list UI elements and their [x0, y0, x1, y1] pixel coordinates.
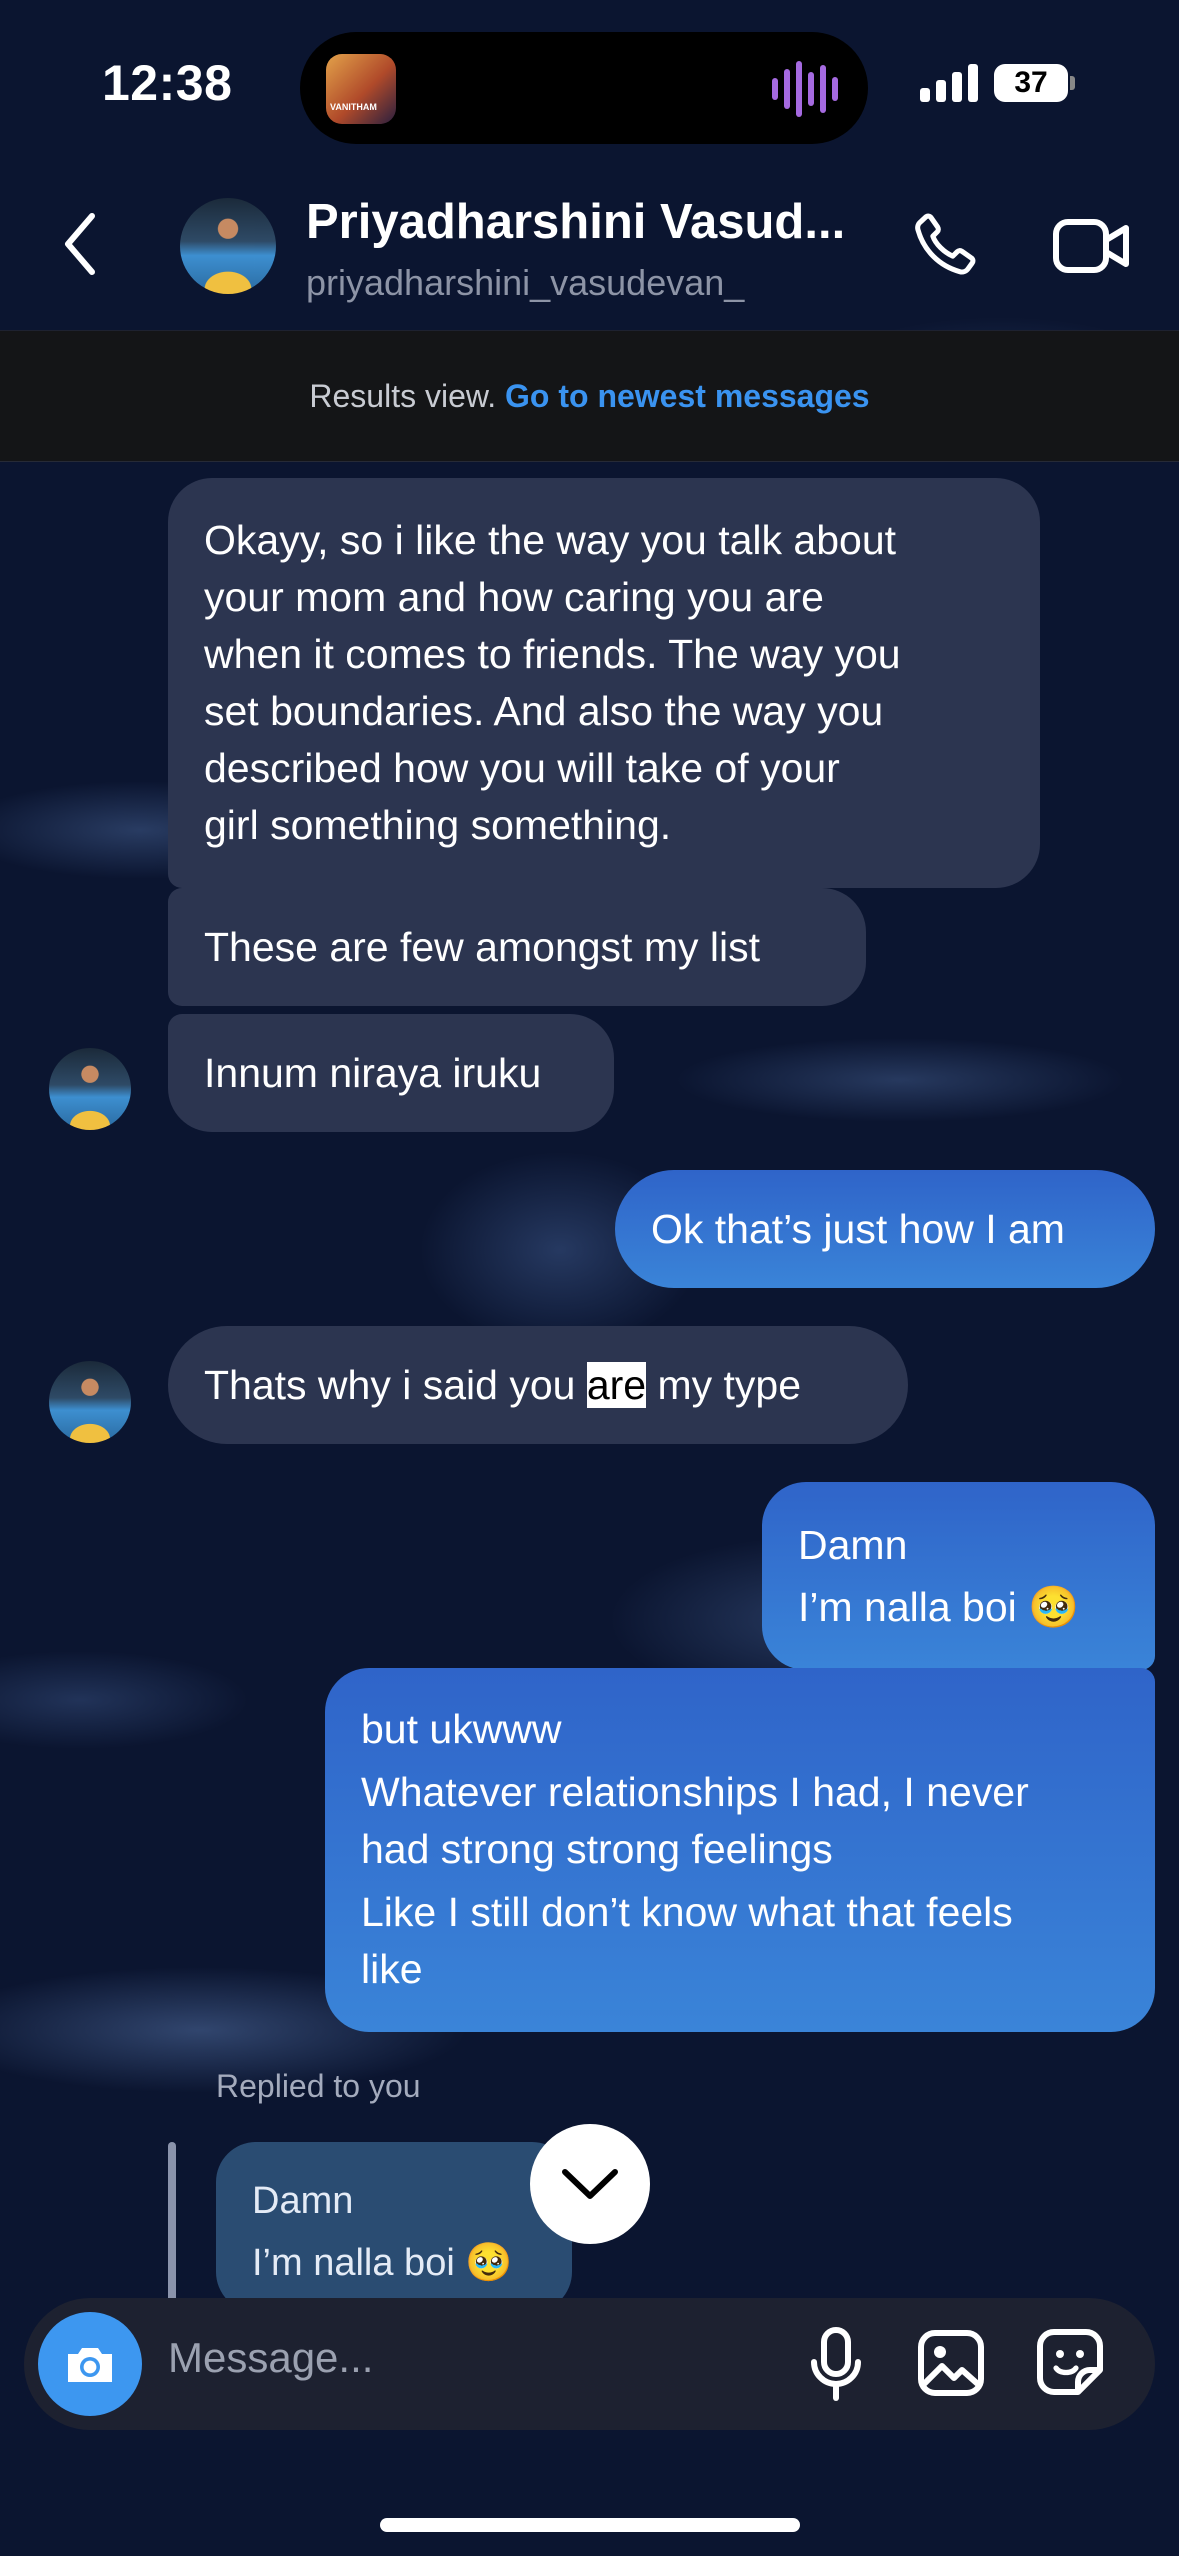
- battery-level: 37: [994, 64, 1068, 102]
- message-line: Like I still don’t know what that feels: [361, 1889, 1013, 1935]
- message-line: I’m nalla boi 🥹: [798, 1584, 1080, 1630]
- sender-avatar[interactable]: [49, 1361, 131, 1443]
- contact-avatar[interactable]: [180, 198, 276, 294]
- go-to-newest-link[interactable]: Go to newest messages: [505, 378, 870, 414]
- scroll-to-bottom-button[interactable]: [530, 2124, 650, 2244]
- camera-button[interactable]: [38, 2312, 142, 2416]
- message-bubble-incoming[interactable]: These are few amongst my list: [168, 888, 866, 1006]
- message-text: Thats why i said you: [204, 1362, 587, 1408]
- replied-label: Replied to you: [216, 2068, 421, 2104]
- back-button[interactable]: [62, 210, 98, 283]
- gallery-icon: [918, 2330, 984, 2396]
- results-banner: Results view. Go to newest messages: [0, 330, 1179, 462]
- status-time: 12:38: [102, 55, 233, 111]
- camera-icon: [68, 2348, 112, 2382]
- message-bubble-outgoing[interactable]: but ukwww Whatever relationships I had, …: [325, 1668, 1155, 2032]
- home-indicator[interactable]: [380, 2518, 800, 2532]
- message-line: but ukwww: [361, 1706, 562, 1752]
- message-bubble-outgoing[interactable]: Damn I’m nalla boi 🥹: [762, 1482, 1155, 1670]
- message-line: girl something something.: [204, 802, 672, 848]
- now-playing-artwork: VANITHAM: [326, 54, 396, 124]
- sticker-button[interactable]: [1034, 2326, 1106, 2403]
- message-line: like: [361, 1946, 423, 1992]
- message-line: Damn: [798, 1522, 908, 1568]
- video-call-button[interactable]: [1052, 214, 1132, 283]
- contact-username[interactable]: priyadharshini_vasudevan_: [306, 262, 744, 304]
- battery-icon: [1070, 76, 1075, 90]
- message-line: had strong strong feelings: [361, 1826, 833, 1872]
- message-line: described how you will take of your: [204, 745, 840, 791]
- message-text: my type: [646, 1362, 802, 1408]
- message-line: Okayy, so i like the way you talk about: [204, 517, 897, 563]
- microphone-icon: [811, 2327, 861, 2401]
- message-line: set boundaries. And also the way you: [204, 688, 884, 734]
- message-line: when it comes to friends. The way you: [204, 631, 901, 677]
- quoted-line: I’m nalla boi 🥹: [252, 2242, 513, 2284]
- video-icon: [1053, 219, 1129, 273]
- reply-quote-bar: [168, 2142, 176, 2302]
- message-bubble-outgoing[interactable]: Ok that’s just how I am: [615, 1170, 1155, 1288]
- phone-icon: [915, 213, 976, 275]
- sender-avatar[interactable]: [49, 1048, 131, 1130]
- search-highlight: are: [586, 1362, 647, 1408]
- results-text: Results view.: [309, 378, 497, 414]
- quoted-reply-bubble[interactable]: Damn I’m nalla boi 🥹: [216, 2142, 572, 2312]
- now-playing-artwork-label: VANITHAM: [330, 102, 377, 112]
- cellular-signal-icon: [920, 62, 978, 102]
- message-input[interactable]: Message...: [168, 2334, 373, 2382]
- audio-call-button[interactable]: [905, 208, 981, 289]
- message-line: Whatever relationships I had, I never: [361, 1769, 1029, 1815]
- audio-waveform-icon: [772, 56, 842, 122]
- voice-message-button[interactable]: [808, 2326, 864, 2407]
- sticker-icon: [1037, 2329, 1103, 2395]
- back-icon: [65, 213, 95, 275]
- message-bubble-incoming[interactable]: Okayy, so i like the way you talk about …: [168, 478, 1040, 888]
- quoted-line: Damn: [252, 2180, 354, 2222]
- message-line: your mom and how caring you are: [204, 574, 824, 620]
- chevron-down-icon: [562, 2169, 618, 2199]
- contact-name[interactable]: Priyadharshini Vasud...: [306, 194, 845, 250]
- gallery-button[interactable]: [916, 2328, 986, 2403]
- message-bubble-incoming[interactable]: Innum niraya iruku: [168, 1014, 614, 1132]
- message-bubble-incoming[interactable]: Thats why i said you are my type: [168, 1326, 908, 1444]
